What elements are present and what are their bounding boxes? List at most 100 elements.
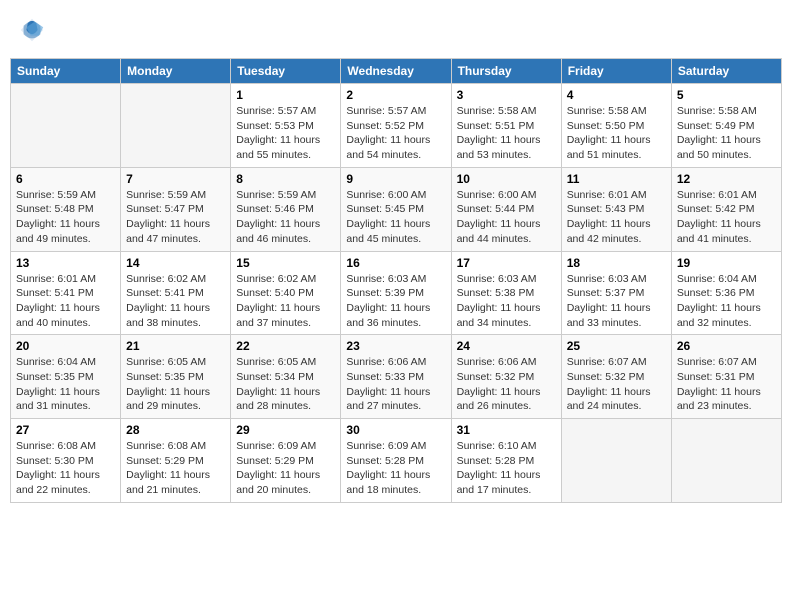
calendar-cell — [11, 84, 121, 168]
day-number: 15 — [236, 256, 335, 270]
day-number: 11 — [567, 172, 666, 186]
page-header — [10, 10, 782, 50]
calendar-cell: 17 Sunrise: 6:03 AM Sunset: 5:38 PM Dayli… — [451, 251, 561, 335]
day-info: Sunrise: 6:02 AM Sunset: 5:41 PM Dayligh… — [126, 272, 225, 331]
day-info: Sunrise: 6:07 AM Sunset: 5:32 PM Dayligh… — [567, 355, 666, 414]
day-info: Sunrise: 5:58 AM Sunset: 5:51 PM Dayligh… — [457, 104, 556, 163]
day-info: Sunrise: 6:09 AM Sunset: 5:28 PM Dayligh… — [346, 439, 445, 498]
day-number: 2 — [346, 88, 445, 102]
day-number: 14 — [126, 256, 225, 270]
day-info: Sunrise: 6:01 AM Sunset: 5:42 PM Dayligh… — [677, 188, 776, 247]
col-header-wednesday: Wednesday — [341, 59, 451, 84]
col-header-friday: Friday — [561, 59, 671, 84]
calendar-cell: 6 Sunrise: 5:59 AM Sunset: 5:48 PM Daylig… — [11, 167, 121, 251]
day-info: Sunrise: 5:57 AM Sunset: 5:52 PM Dayligh… — [346, 104, 445, 163]
day-number: 25 — [567, 339, 666, 353]
col-header-tuesday: Tuesday — [231, 59, 341, 84]
col-header-saturday: Saturday — [671, 59, 781, 84]
day-number: 4 — [567, 88, 666, 102]
day-info: Sunrise: 6:05 AM Sunset: 5:34 PM Dayligh… — [236, 355, 335, 414]
day-number: 8 — [236, 172, 335, 186]
col-header-sunday: Sunday — [11, 59, 121, 84]
day-info: Sunrise: 6:03 AM Sunset: 5:38 PM Dayligh… — [457, 272, 556, 331]
day-info: Sunrise: 6:00 AM Sunset: 5:44 PM Dayligh… — [457, 188, 556, 247]
calendar-cell: 18 Sunrise: 6:03 AM Sunset: 5:37 PM Dayli… — [561, 251, 671, 335]
week-row-3: 13Sunrise: 6:01 AM Sunset: 5:41 PM Dayli… — [11, 251, 782, 335]
day-number: 31 — [457, 423, 556, 437]
day-info: Sunrise: 6:08 AM Sunset: 5:29 PM Dayligh… — [126, 439, 225, 498]
day-number: 13 — [16, 256, 115, 270]
calendar-cell: 28 Sunrise: 6:08 AM Sunset: 5:29 PM Dayli… — [121, 419, 231, 503]
calendar-cell: 2 Sunrise: 5:57 AM Sunset: 5:52 PM Daylig… — [341, 84, 451, 168]
day-info: Sunrise: 5:59 AM Sunset: 5:46 PM Dayligh… — [236, 188, 335, 247]
day-info: Sunrise: 6:03 AM Sunset: 5:37 PM Dayligh… — [567, 272, 666, 331]
day-number: 17 — [457, 256, 556, 270]
day-number: 3 — [457, 88, 556, 102]
calendar-cell: 27Sunrise: 6:08 AM Sunset: 5:30 PM Dayli… — [11, 419, 121, 503]
day-info: Sunrise: 5:59 AM Sunset: 5:47 PM Dayligh… — [126, 188, 225, 247]
calendar-cell: 23Sunrise: 6:06 AM Sunset: 5:33 PM Dayli… — [341, 335, 451, 419]
logo-icon — [18, 16, 46, 44]
calendar-cell: 8 Sunrise: 5:59 AM Sunset: 5:46 PM Daylig… — [231, 167, 341, 251]
calendar-cell: 19 Sunrise: 6:04 AM Sunset: 5:36 PM Dayli… — [671, 251, 781, 335]
day-info: Sunrise: 6:03 AM Sunset: 5:39 PM Dayligh… — [346, 272, 445, 331]
day-info: Sunrise: 6:06 AM Sunset: 5:32 PM Dayligh… — [457, 355, 556, 414]
day-number: 16 — [346, 256, 445, 270]
calendar-cell: 24 Sunrise: 6:06 AM Sunset: 5:32 PM Dayli… — [451, 335, 561, 419]
week-row-4: 20Sunrise: 6:04 AM Sunset: 5:35 PM Dayli… — [11, 335, 782, 419]
day-info: Sunrise: 6:02 AM Sunset: 5:40 PM Dayligh… — [236, 272, 335, 331]
day-number: 10 — [457, 172, 556, 186]
calendar-cell: 30 Sunrise: 6:09 AM Sunset: 5:28 PM Dayli… — [341, 419, 451, 503]
day-info: Sunrise: 6:09 AM Sunset: 5:29 PM Dayligh… — [236, 439, 335, 498]
day-number: 24 — [457, 339, 556, 353]
calendar-cell: 20Sunrise: 6:04 AM Sunset: 5:35 PM Dayli… — [11, 335, 121, 419]
calendar-cell: 29 Sunrise: 6:09 AM Sunset: 5:29 PM Dayli… — [231, 419, 341, 503]
calendar-cell: 11 Sunrise: 6:01 AM Sunset: 5:43 PM Dayli… — [561, 167, 671, 251]
calendar-cell: 22 Sunrise: 6:05 AM Sunset: 5:34 PM Dayli… — [231, 335, 341, 419]
calendar-cell: 3 Sunrise: 5:58 AM Sunset: 5:51 PM Daylig… — [451, 84, 561, 168]
calendar-cell — [671, 419, 781, 503]
week-row-5: 27Sunrise: 6:08 AM Sunset: 5:30 PM Dayli… — [11, 419, 782, 503]
day-number: 19 — [677, 256, 776, 270]
calendar-cell: 1Sunrise: 5:57 AM Sunset: 5:53 PM Daylig… — [231, 84, 341, 168]
day-info: Sunrise: 6:04 AM Sunset: 5:35 PM Dayligh… — [16, 355, 115, 414]
calendar-cell: 9 Sunrise: 6:00 AM Sunset: 5:45 PM Daylig… — [341, 167, 451, 251]
day-info: Sunrise: 6:07 AM Sunset: 5:31 PM Dayligh… — [677, 355, 776, 414]
day-info: Sunrise: 6:04 AM Sunset: 5:36 PM Dayligh… — [677, 272, 776, 331]
calendar-cell: 21 Sunrise: 6:05 AM Sunset: 5:35 PM Dayli… — [121, 335, 231, 419]
day-info: Sunrise: 6:10 AM Sunset: 5:28 PM Dayligh… — [457, 439, 556, 498]
day-number: 21 — [126, 339, 225, 353]
day-info: Sunrise: 6:01 AM Sunset: 5:43 PM Dayligh… — [567, 188, 666, 247]
day-number: 7 — [126, 172, 225, 186]
calendar-cell: 16 Sunrise: 6:03 AM Sunset: 5:39 PM Dayli… — [341, 251, 451, 335]
day-number: 23 — [346, 339, 445, 353]
day-number: 9 — [346, 172, 445, 186]
calendar-cell: 31 Sunrise: 6:10 AM Sunset: 5:28 PM Dayli… — [451, 419, 561, 503]
calendar-cell — [121, 84, 231, 168]
day-number: 6 — [16, 172, 115, 186]
calendar-cell: 15 Sunrise: 6:02 AM Sunset: 5:40 PM Dayli… — [231, 251, 341, 335]
day-info: Sunrise: 5:59 AM Sunset: 5:48 PM Dayligh… — [16, 188, 115, 247]
day-number: 18 — [567, 256, 666, 270]
day-info: Sunrise: 6:05 AM Sunset: 5:35 PM Dayligh… — [126, 355, 225, 414]
logo — [18, 16, 50, 44]
calendar-cell: 14 Sunrise: 6:02 AM Sunset: 5:41 PM Dayli… — [121, 251, 231, 335]
calendar-table: SundayMondayTuesdayWednesdayThursdayFrid… — [10, 58, 782, 503]
day-info: Sunrise: 5:58 AM Sunset: 5:50 PM Dayligh… — [567, 104, 666, 163]
day-info: Sunrise: 5:57 AM Sunset: 5:53 PM Dayligh… — [236, 104, 335, 163]
day-info: Sunrise: 5:58 AM Sunset: 5:49 PM Dayligh… — [677, 104, 776, 163]
week-row-2: 6 Sunrise: 5:59 AM Sunset: 5:48 PM Daylig… — [11, 167, 782, 251]
day-number: 5 — [677, 88, 776, 102]
calendar-cell: 4 Sunrise: 5:58 AM Sunset: 5:50 PM Daylig… — [561, 84, 671, 168]
day-number: 22 — [236, 339, 335, 353]
day-info: Sunrise: 6:00 AM Sunset: 5:45 PM Dayligh… — [346, 188, 445, 247]
calendar-cell: 26 Sunrise: 6:07 AM Sunset: 5:31 PM Dayli… — [671, 335, 781, 419]
day-number: 30 — [346, 423, 445, 437]
week-row-1: 1Sunrise: 5:57 AM Sunset: 5:53 PM Daylig… — [11, 84, 782, 168]
day-number: 28 — [126, 423, 225, 437]
calendar-cell: 5 Sunrise: 5:58 AM Sunset: 5:49 PM Daylig… — [671, 84, 781, 168]
day-number: 29 — [236, 423, 335, 437]
day-info: Sunrise: 6:08 AM Sunset: 5:30 PM Dayligh… — [16, 439, 115, 498]
calendar-cell — [561, 419, 671, 503]
day-number: 26 — [677, 339, 776, 353]
